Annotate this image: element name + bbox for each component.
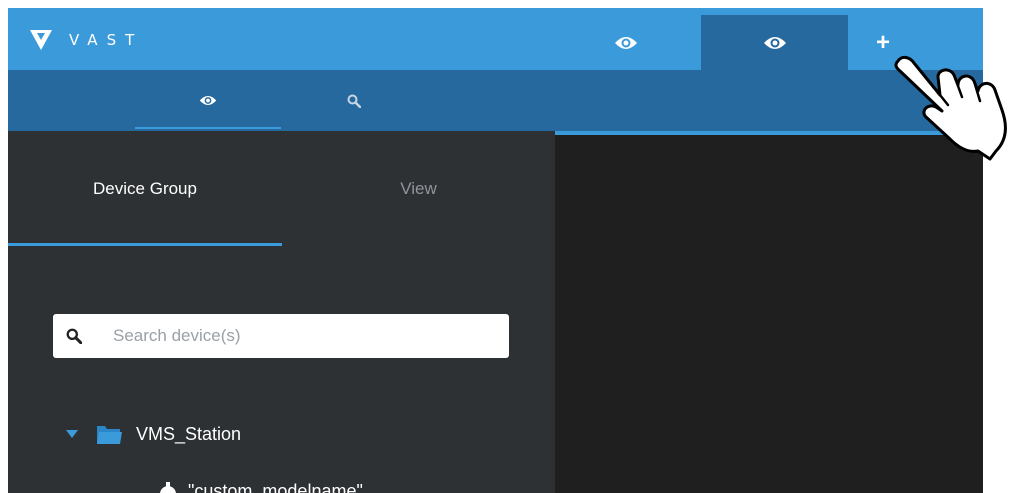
tree-item-label: VMS_Station — [136, 423, 242, 444]
eye-icon — [615, 36, 637, 49]
device-search-input[interactable] — [113, 314, 493, 358]
tree-item-device[interactable]: "custom_modelname" — [158, 481, 363, 493]
folder-open-icon — [97, 426, 122, 444]
app-logo: VAST — [30, 28, 143, 52]
device-search-box[interactable] — [53, 314, 509, 358]
video-view-area[interactable] — [555, 131, 983, 493]
app-window: VAST + Device Group View Search device(s… — [8, 8, 983, 493]
device-panel: Device Group View VMS_Station — [8, 131, 555, 493]
eye-icon — [199, 96, 217, 105]
app-name: VAST — [69, 31, 144, 49]
top-bar: VAST + — [8, 8, 983, 70]
subtab-search[interactable] — [281, 70, 427, 131]
tab-device-group[interactable]: Device Group — [8, 131, 282, 246]
tab-view[interactable]: View — [282, 131, 555, 246]
search-icon — [347, 94, 361, 108]
vast-logo-icon — [30, 30, 52, 50]
camera-icon — [160, 481, 176, 493]
tree-item-device-label: "custom_modelname" — [188, 481, 363, 493]
tree-item-vms-station[interactable]: VMS_Station — [65, 417, 241, 451]
subtab-view[interactable] — [135, 70, 281, 131]
pointing-hand-icon — [894, 55, 1007, 161]
expand-arrow-icon — [66, 430, 78, 438]
tab-view-1[interactable] — [586, 15, 666, 70]
sub-toolbar — [8, 70, 983, 131]
search-icon — [66, 328, 82, 344]
tab-view-2[interactable] — [701, 15, 848, 70]
eye-icon — [763, 36, 786, 49]
